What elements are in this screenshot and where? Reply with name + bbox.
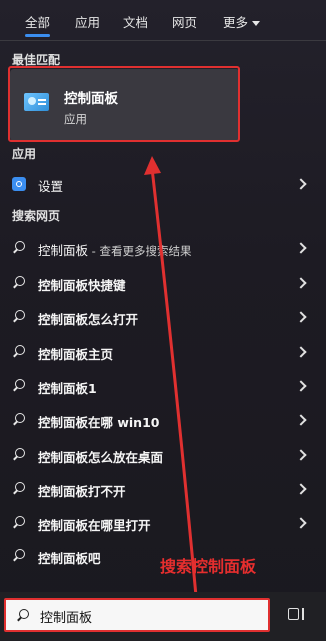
search-input-value: 控制面板 [40, 611, 93, 626]
preview-pane-icon[interactable] [288, 606, 306, 624]
annotation-arrow [144, 156, 198, 597]
search-input[interactable]: 控制面板 [4, 598, 270, 632]
search-bar-area: 控制面板 [0, 592, 326, 641]
search-icon [16, 609, 30, 623]
annotation-label: 搜索控制面板 [160, 557, 257, 576]
